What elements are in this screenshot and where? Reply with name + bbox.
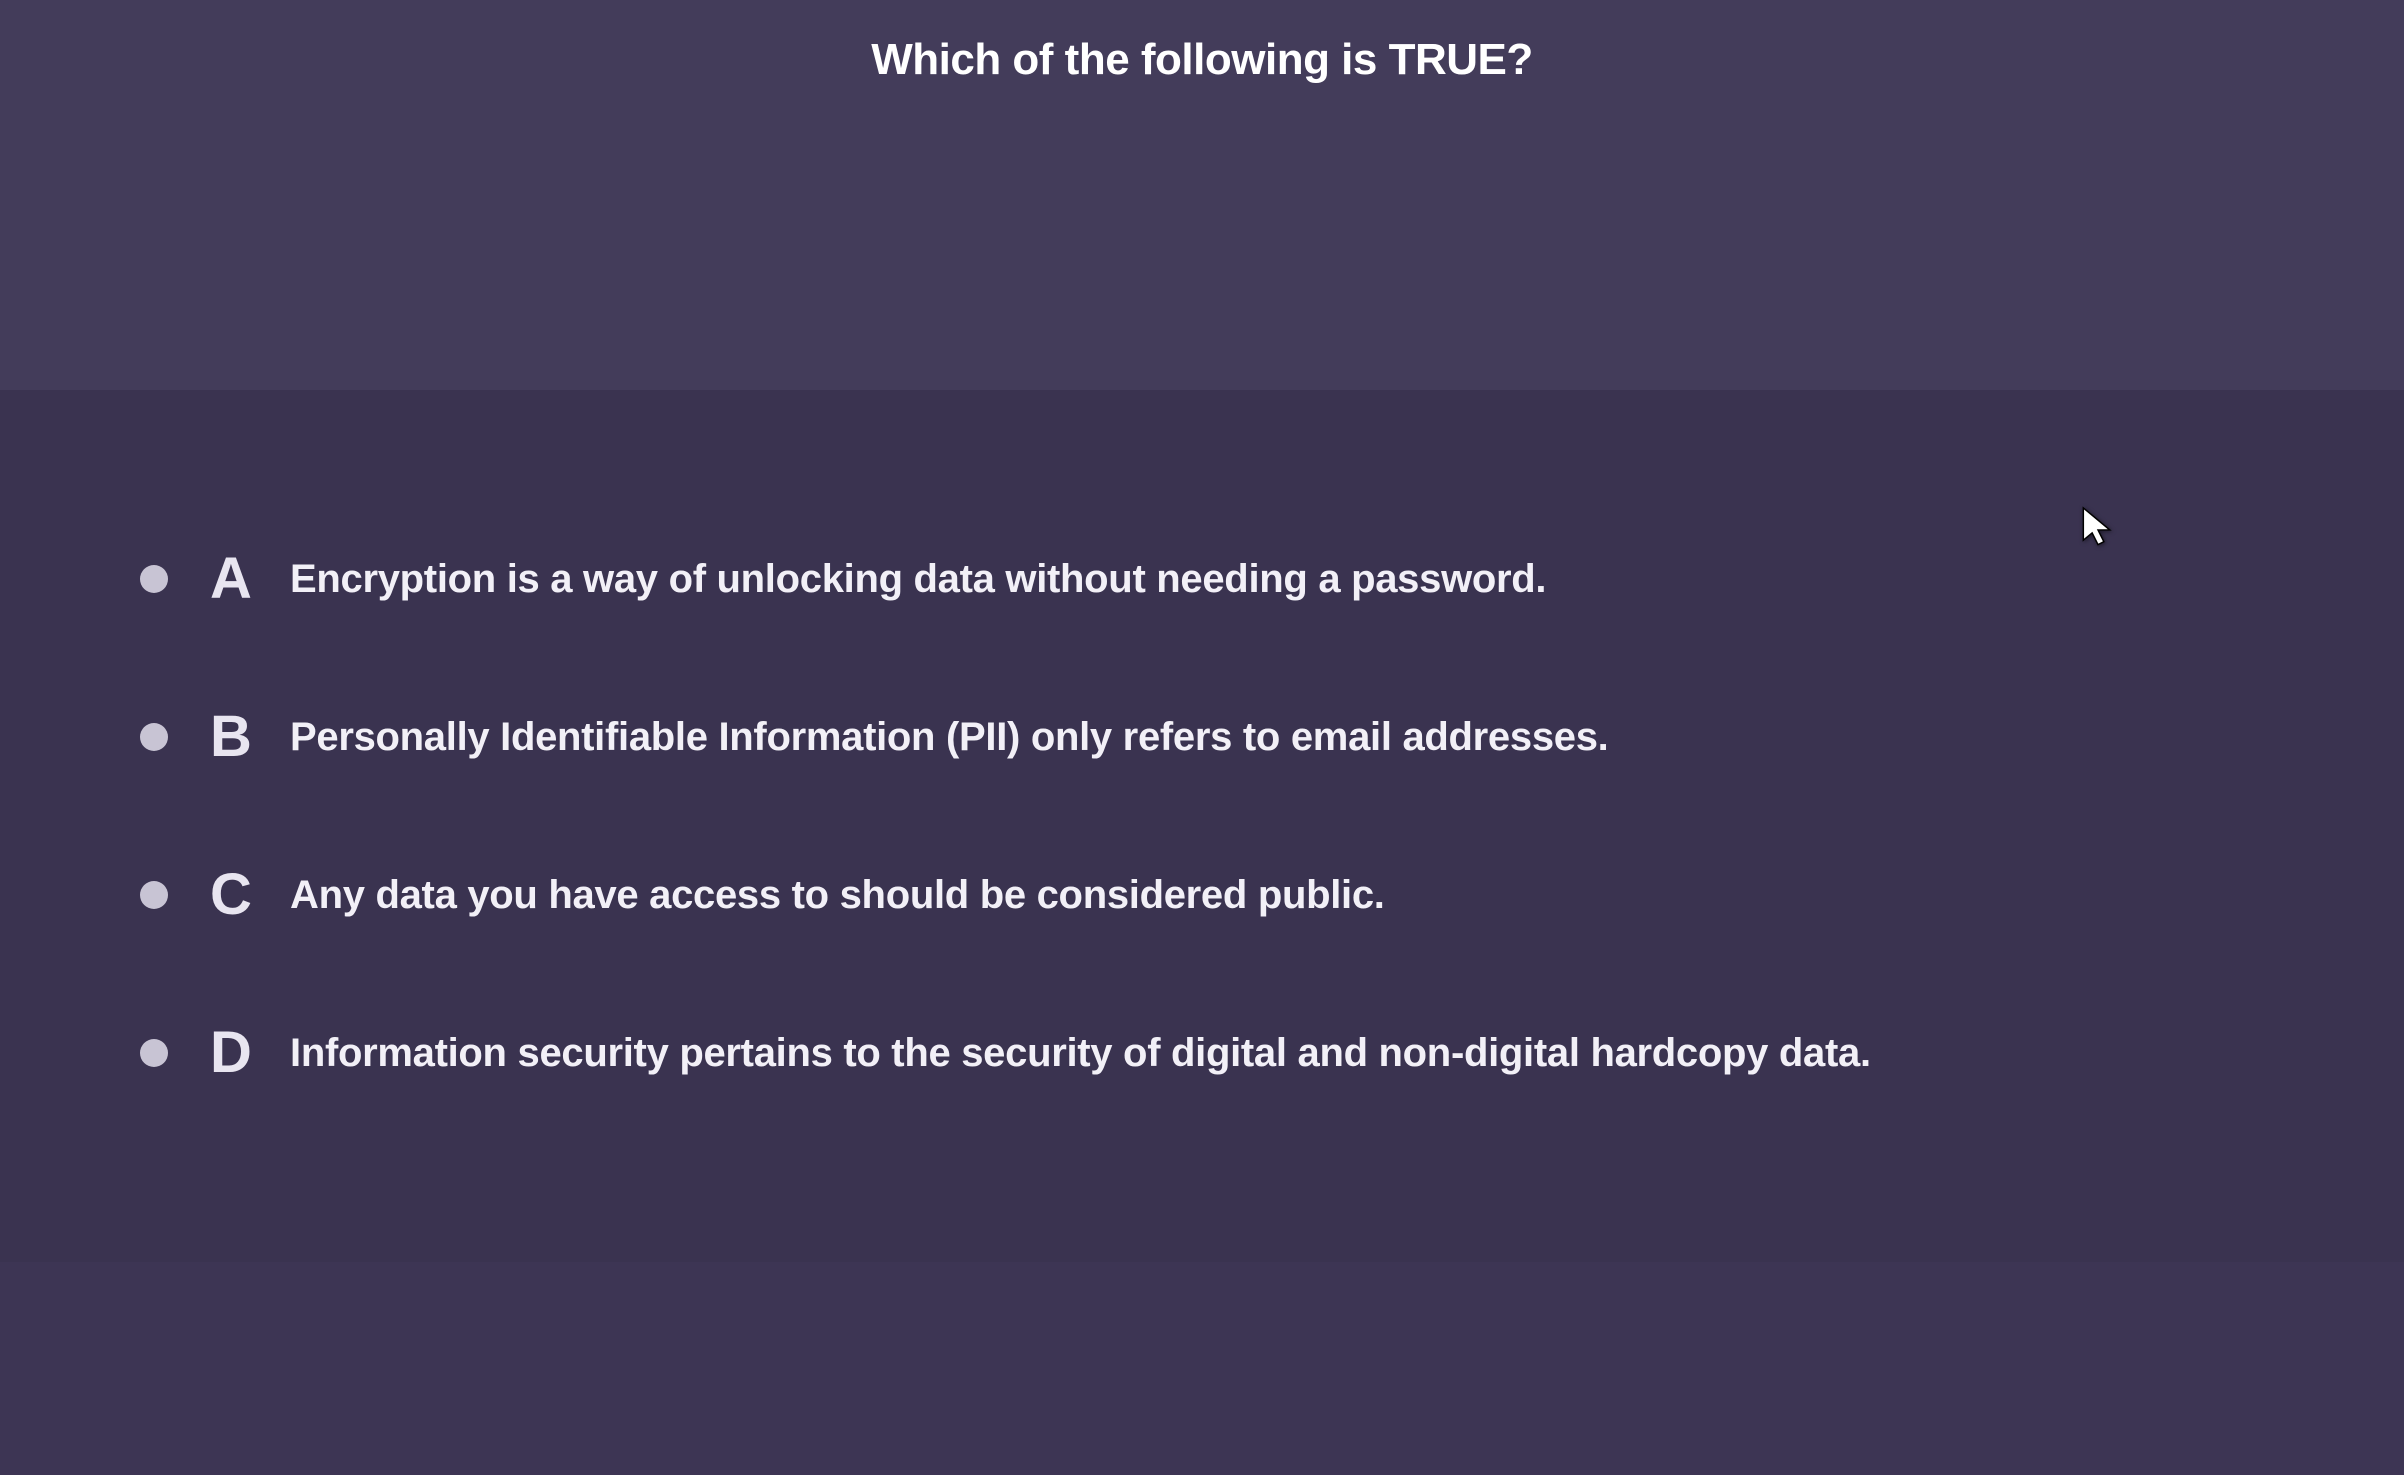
option-text: Encryption is a way of unlocking data wi… bbox=[290, 555, 1546, 603]
radio-icon bbox=[140, 1039, 168, 1067]
option-text: Any data you have access to should be co… bbox=[290, 871, 1385, 919]
option-c[interactable]: C Any data you have access to should be … bbox=[140, 866, 2264, 924]
radio-icon bbox=[140, 565, 168, 593]
question-header: Which of the following is TRUE? bbox=[0, 0, 2404, 390]
option-text: Information security pertains to the sec… bbox=[290, 1029, 1871, 1077]
option-letter: A bbox=[210, 550, 290, 608]
option-text: Personally Identifiable Information (PII… bbox=[290, 713, 1608, 761]
option-d[interactable]: D Information security pertains to the s… bbox=[140, 1024, 2264, 1082]
option-letter: D bbox=[210, 1024, 290, 1082]
option-a[interactable]: A Encryption is a way of unlocking data … bbox=[140, 550, 2264, 608]
radio-icon bbox=[140, 723, 168, 751]
option-letter: B bbox=[210, 708, 290, 766]
option-b[interactable]: B Personally Identifiable Information (P… bbox=[140, 708, 2264, 766]
question-title: Which of the following is TRUE? bbox=[871, 35, 1533, 85]
option-letter: C bbox=[210, 866, 290, 924]
radio-icon bbox=[140, 881, 168, 909]
options-container: A Encryption is a way of unlocking data … bbox=[0, 390, 2404, 1262]
